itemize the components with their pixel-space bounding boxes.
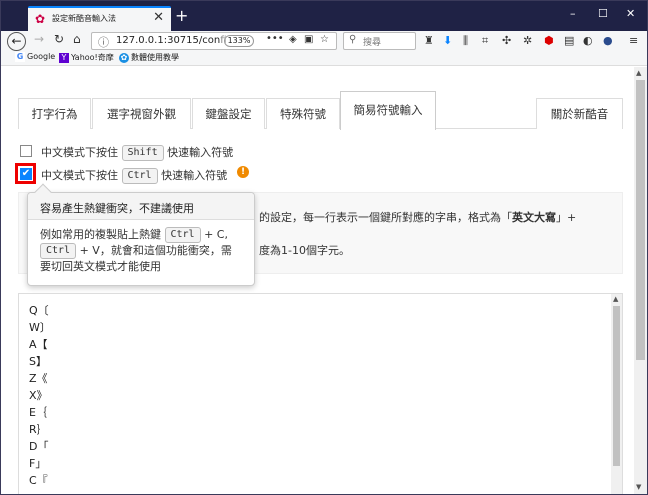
bookmarks-toolbar: G Google Y Yahoo!奇摩 ✿ 數體使用教學 xyxy=(1,51,647,66)
app-favicon-icon: ✿ xyxy=(35,12,46,26)
textarea-scroll-thumb[interactable] xyxy=(613,306,620,466)
symbol-line: D「 xyxy=(29,440,49,453)
tab-candidate-window[interactable]: 選字視窗外觀 xyxy=(92,98,191,129)
tooltip-header: 容易產生熱鍵衝突，不建議使用 xyxy=(28,193,254,220)
symbol-line: C『 xyxy=(29,474,48,487)
screenshot-icon[interactable]: ⌗ xyxy=(482,34,488,48)
symbol-line: Q〔 xyxy=(29,304,49,317)
shift-key-label: Shift xyxy=(121,145,164,161)
highlight-box xyxy=(15,163,36,184)
menu-hamburger-icon[interactable]: ≡ xyxy=(629,34,638,47)
title-bar: ✿ 設定新酷音輸入法 ✕ + – ☐ ✕ xyxy=(1,1,647,31)
option-shift-row: 中文模式下按住 Shift 快速輸入符號 xyxy=(20,143,260,161)
extension-icon[interactable]: ◐ xyxy=(583,34,593,47)
yahoo-icon: Y xyxy=(59,53,69,63)
navigation-toolbar: ← → ↻ ⌂ ⓘ 127.0.0.1:30715/confi 133% •••… xyxy=(1,31,647,51)
tab-about[interactable]: 關於新酷音 xyxy=(536,98,623,129)
page-scroll-thumb[interactable] xyxy=(636,80,645,360)
description-text: 的設定，每一行表示一個鍵所對應的字串，格式為「英文大寫」+ xyxy=(259,211,577,224)
back-button[interactable]: ← xyxy=(7,32,26,51)
tab-special-symbols[interactable]: 特殊符號 xyxy=(266,98,340,129)
search-placeholder: 搜尋 xyxy=(363,38,382,48)
library-shelf-icon[interactable]: ⫼ xyxy=(463,34,468,48)
adblock-icon[interactable]: ⬢ xyxy=(544,34,554,47)
page-scroll-up-icon[interactable]: ▲ xyxy=(636,69,641,77)
gear-icon[interactable]: ✲ xyxy=(523,34,532,47)
account-icon[interactable]: ● xyxy=(603,34,613,47)
download-icon[interactable]: ⬇ xyxy=(443,34,452,47)
info-icon[interactable]: ⓘ xyxy=(98,34,109,50)
zoom-level-badge[interactable]: 133% xyxy=(224,35,254,47)
warning-icon[interactable]: ! xyxy=(237,166,249,178)
reload-icon[interactable]: ↻ xyxy=(54,32,64,46)
symbol-line: W〕 xyxy=(29,321,51,334)
bookmark-yahoo[interactable]: Y Yahoo!奇摩 xyxy=(59,52,114,63)
symbol-mapping-textarea[interactable]: Q〔 W〕 A【 S】 Z《 X》 E｛ R｝ D「 F」 C『 ▲ xyxy=(18,293,623,494)
textarea-scrollbar[interactable]: ▲ xyxy=(611,294,622,494)
tooltip-body: 例如常用的複製貼上熱鍵 Ctrl + C, Ctrl + V，就會和這個功能衝突… xyxy=(40,227,232,273)
back-arrow-icon: ← xyxy=(11,34,22,48)
tab-typing-behavior[interactable]: 打字行為 xyxy=(18,98,91,129)
bookmark-star-icon[interactable]: ☆ xyxy=(320,34,329,45)
new-tab-button[interactable]: + xyxy=(175,6,188,25)
ctrl-key-label: Ctrl xyxy=(121,168,158,184)
browser-window: ✿ 設定新酷音輸入法 ✕ + – ☐ ✕ ← → ↻ ⌂ ⓘ 127.0.0.1… xyxy=(0,0,648,495)
symbol-line: F」 xyxy=(29,457,47,470)
symbol-line: R｝ xyxy=(29,423,48,436)
tab-keyboard-settings[interactable]: 鍵盤設定 xyxy=(192,98,265,129)
page-content: 打字行為 選字視窗外觀 鍵盤設定 特殊符號 簡易符號輸入 關於新酷音 中文模式下… xyxy=(1,67,633,494)
maximize-button[interactable]: ☐ xyxy=(598,7,608,20)
pocket-icon[interactable]: ◈ xyxy=(289,34,297,45)
symbol-line: Z《 xyxy=(29,372,48,385)
page-scroll-down-icon[interactable]: ▼ xyxy=(636,483,641,491)
library-icon[interactable]: ♜ xyxy=(424,34,434,47)
url-bar[interactable]: ⓘ 127.0.0.1:30715/confi 133% ••• ◈ ▣ ☆ xyxy=(91,32,337,50)
warning-tooltip: 容易產生熱鍵衝突，不建議使用 例如常用的複製貼上熱鍵 Ctrl + C, Ctr… xyxy=(27,183,255,286)
search-bar[interactable]: ⚲ 搜尋 xyxy=(343,32,416,50)
page-scrollbar[interactable]: ▲ ▼ xyxy=(634,67,647,494)
tab-easy-symbol-input[interactable]: 簡易符號輸入 xyxy=(340,91,436,130)
sidebar-icon[interactable]: ▤ xyxy=(564,34,574,47)
close-window-button[interactable]: ✕ xyxy=(626,7,635,20)
symbol-line: S】 xyxy=(29,355,47,368)
reader-mode-icon[interactable]: ▣ xyxy=(304,34,313,45)
url-text: 127.0.0.1:30715/con xyxy=(116,35,221,46)
scroll-up-icon[interactable]: ▲ xyxy=(613,295,618,303)
shift-checkbox[interactable] xyxy=(20,145,32,157)
browser-tab[interactable]: ✿ 設定新酷音輸入法 ✕ xyxy=(28,6,171,31)
minimize-button[interactable]: – xyxy=(570,7,576,20)
home-icon[interactable]: ⌂ xyxy=(73,32,81,46)
tooltip-ctrl-key-2: Ctrl xyxy=(40,243,77,259)
bookmark-google[interactable]: G Google xyxy=(15,52,55,62)
settings-tabs: 打字行為 選字視窗外觀 鍵盤設定 特殊符號 簡易符號輸入 關於新酷音 xyxy=(18,91,623,130)
tab-close-icon[interactable]: ✕ xyxy=(153,10,164,25)
search-icon: ⚲ xyxy=(349,34,357,45)
tab-title: 設定新酷音輸入法 xyxy=(52,14,116,23)
symbol-line: X》 xyxy=(29,389,48,402)
description-text-2: 度為1-10個字元。 xyxy=(259,244,350,257)
symbol-line: A【 xyxy=(29,338,48,351)
page-actions-icon[interactable]: ••• xyxy=(266,33,284,44)
google-icon: G xyxy=(15,52,25,62)
symbol-line: E｛ xyxy=(29,406,47,419)
tooltip-ctrl-key: Ctrl xyxy=(164,227,201,243)
bookmark-tutorial[interactable]: ✿ 數體使用教學 xyxy=(119,52,179,63)
extension-puzzle-icon[interactable]: ✣ xyxy=(502,34,511,47)
forward-arrow-icon[interactable]: → xyxy=(34,32,44,46)
option-ctrl-row: ✔ 中文模式下按住 Ctrl 快速輸入符號 xyxy=(20,168,228,184)
tutorial-icon: ✿ xyxy=(119,53,129,63)
